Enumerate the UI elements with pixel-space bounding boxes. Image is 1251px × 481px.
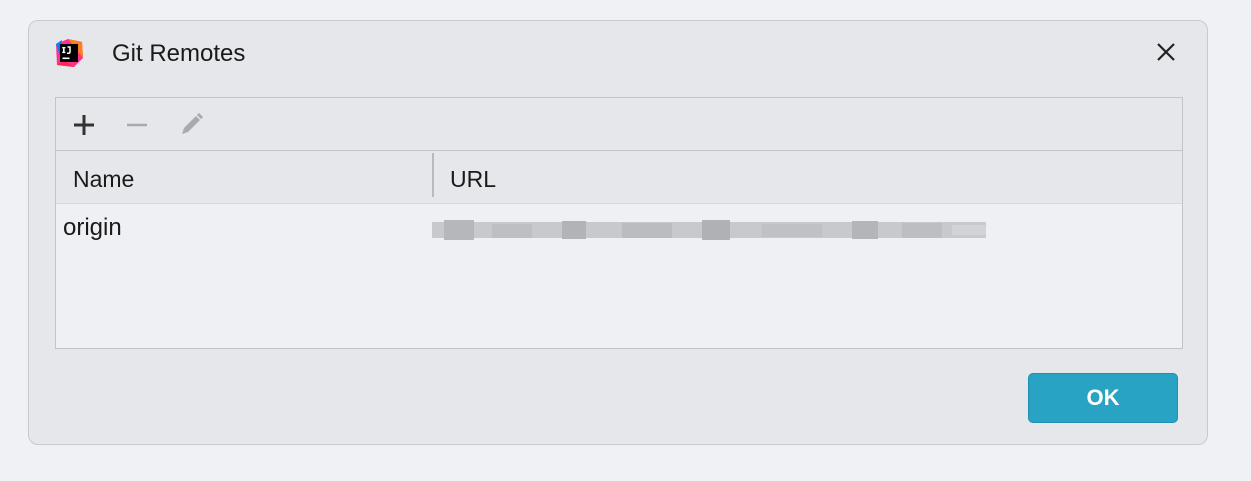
table-toolbar [56, 98, 1182, 151]
table-header: Name URL [56, 151, 1182, 204]
remote-name-cell: origin [63, 214, 122, 241]
minus-icon[interactable] [120, 108, 154, 142]
column-header-url[interactable]: URL [450, 165, 496, 193]
column-divider[interactable] [432, 153, 434, 197]
table-row[interactable]: origin [56, 204, 1182, 252]
git-remotes-dialog: Git Remotes Name URL origin OK [28, 20, 1208, 445]
column-header-name[interactable]: Name [73, 165, 134, 193]
plus-icon[interactable] [67, 108, 101, 142]
dialog-titlebar: Git Remotes [29, 21, 1207, 85]
remote-url-cell-redacted [432, 220, 986, 240]
remotes-table-panel: Name URL origin [55, 97, 1183, 349]
dialog-title: Git Remotes [112, 40, 246, 67]
ok-button[interactable]: OK [1028, 373, 1178, 423]
pencil-icon[interactable] [174, 108, 208, 142]
close-icon[interactable] [1151, 37, 1181, 67]
intellij-idea-icon [54, 38, 84, 68]
